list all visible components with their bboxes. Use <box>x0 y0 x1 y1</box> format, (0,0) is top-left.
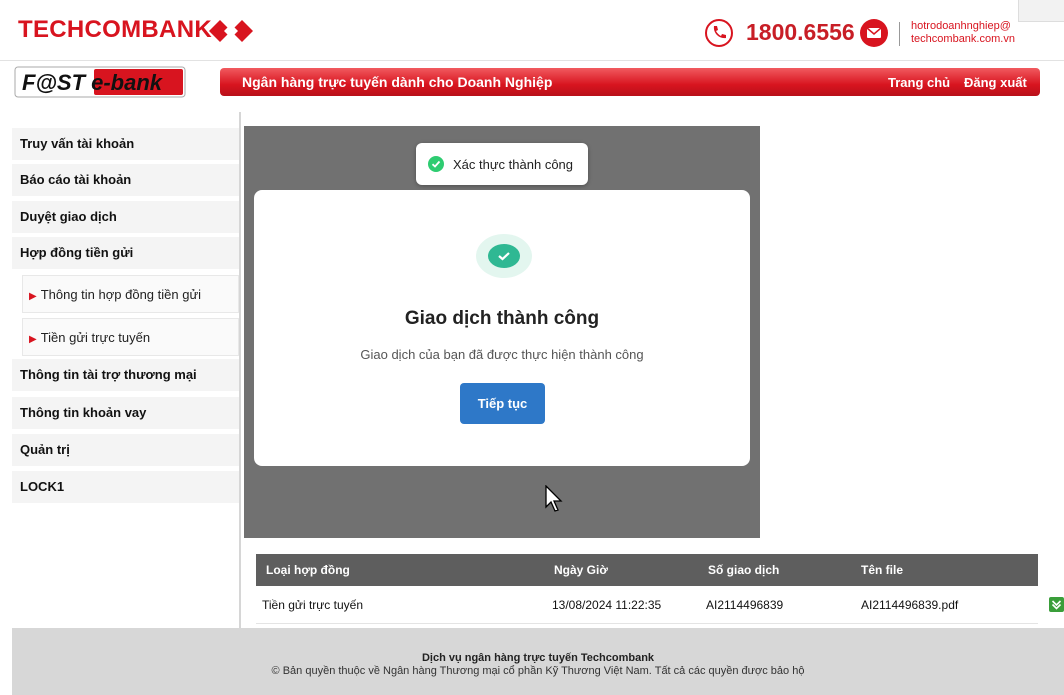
sidebar: Truy vấn tài khoản Báo cáo tài khoản Duy… <box>12 112 240 628</box>
success-dialog: Giao dịch thành công Giao dịch của bạn đ… <box>254 190 750 466</box>
sidebar-item-label: Duyệt giao dịch <box>20 209 117 224</box>
sidebar-item-administration[interactable]: Quản trị <box>12 434 240 466</box>
sidebar-subitem-online-deposit[interactable]: ▶ Tiền gửi trực tuyến <box>22 318 239 356</box>
success-check-icon <box>488 244 520 268</box>
sidebar-item-label: Báo cáo tài khoản <box>20 172 132 187</box>
mail-icon <box>860 19 888 47</box>
support-email-line1[interactable]: hotrodoanhnghiep@ <box>911 20 1011 32</box>
table-row: Tiền gửi trực tuyến 13/08/2024 11:22:35 … <box>256 586 1038 624</box>
sidebar-item-approve-transactions[interactable]: Duyệt giao dịch <box>12 201 240 233</box>
corner-tab <box>1018 0 1064 22</box>
sidebar-item-account-inquiry[interactable]: Truy vấn tài khoản <box>12 128 240 160</box>
sidebar-item-label: Quản trị <box>20 442 70 457</box>
home-link[interactable]: Trang chủ <box>888 75 950 90</box>
sidebar-item-deposit-contracts[interactable]: Hợp đồng tiền gửi <box>12 237 240 269</box>
column-header-transaction-number: Số giao dịch <box>708 563 780 577</box>
logout-link[interactable]: Đăng xuất <box>964 75 1027 90</box>
footer: Dịch vụ ngân hàng trực tuyến Techcombank… <box>12 628 1064 695</box>
header-separator <box>0 60 1064 61</box>
cell-contract-type: Tiền gửi trực tuyến <box>262 598 363 612</box>
sidebar-item-label: Tiền gửi trực tuyến <box>40 330 151 345</box>
sidebar-item-label: Hợp đồng tiền gửi <box>20 245 134 260</box>
dialog-title: Giao dịch thành công <box>404 308 600 329</box>
column-header-contract-type: Loại hợp đồng <box>266 563 350 577</box>
sidebar-border <box>239 112 241 628</box>
verification-toast: Xác thực thành công <box>416 143 588 185</box>
cell-datetime: 13/08/2024 11:22:35 <box>552 598 662 612</box>
fast-logo-text: F@ST e-bank <box>22 70 164 95</box>
cell-transaction-number: AI2114496839 <box>706 598 784 612</box>
app-root: TECHCOMBANK 1800.6556 hotrodoanhnghiep@ … <box>0 0 1064 695</box>
sidebar-item-account-report[interactable]: Báo cáo tài khoản <box>12 164 240 196</box>
sidebar-item-label: Thông tin khoản vay <box>20 405 147 420</box>
toast-message: Xác thực thành công <box>453 157 574 172</box>
dialog-description: Giao dịch của bạn đã được thực hiện thàn… <box>360 347 644 362</box>
check-circle-icon <box>428 156 444 172</box>
brand-name: TECHCOMBANK <box>18 16 212 43</box>
cell-file-name[interactable]: AI2114496839.pdf <box>861 598 958 612</box>
techcombank-logo-icon <box>209 20 253 42</box>
sidebar-item-label: Thông tin hợp đồng tiền gửi <box>40 287 202 302</box>
contracts-table-header: Loại hợp đồng Ngày Giờ Số giao dịch Tên … <box>256 554 1038 586</box>
banner-title: Ngân hàng trực tuyến dành cho Doanh Nghi… <box>242 74 553 90</box>
header-divider <box>899 22 900 46</box>
sidebar-item-loan-info[interactable]: Thông tin khoản vay <box>12 397 240 429</box>
column-header-file-name: Tên file <box>861 563 904 577</box>
bullet-arrow-icon: ▶ <box>29 291 37 302</box>
footer-service-name: Dịch vụ ngân hàng trực tuyến Techcombank <box>421 652 655 664</box>
sidebar-item-label: LOCK1 <box>20 479 65 494</box>
download-icon[interactable] <box>1049 597 1064 612</box>
sidebar-item-label: Truy vấn tài khoản <box>20 136 135 151</box>
phone-icon <box>705 19 733 47</box>
column-header-datetime: Ngày Giờ <box>554 563 608 577</box>
sidebar-item-trade-finance[interactable]: Thông tin tài trợ thương mại <box>12 359 240 391</box>
sidebar-item-lock1[interactable]: LOCK1 <box>12 471 240 503</box>
support-email-line2[interactable]: techcombank.com.vn <box>911 33 1015 45</box>
sidebar-subitem-deposit-contract-info[interactable]: ▶ Thông tin hợp đồng tiền gửi <box>22 275 239 313</box>
mouse-cursor-icon <box>545 485 563 512</box>
fast-ebank-logo: F@ST e-bank <box>14 66 186 98</box>
top-header: TECHCOMBANK 1800.6556 hotrodoanhnghiep@ … <box>0 0 1064 60</box>
sidebar-item-label: Thông tin tài trợ thương mại <box>20 367 197 382</box>
hotline-number: 1800.6556 <box>746 19 855 45</box>
success-halo <box>476 234 532 278</box>
continue-button[interactable]: Tiếp tục <box>460 383 545 424</box>
bullet-arrow-icon: ▶ <box>29 334 37 345</box>
banner-bar: Ngân hàng trực tuyến dành cho Doanh Nghi… <box>220 68 1040 96</box>
footer-copyright: © Bản quyền thuộc về Ngân hàng Thương mạ… <box>271 665 805 677</box>
